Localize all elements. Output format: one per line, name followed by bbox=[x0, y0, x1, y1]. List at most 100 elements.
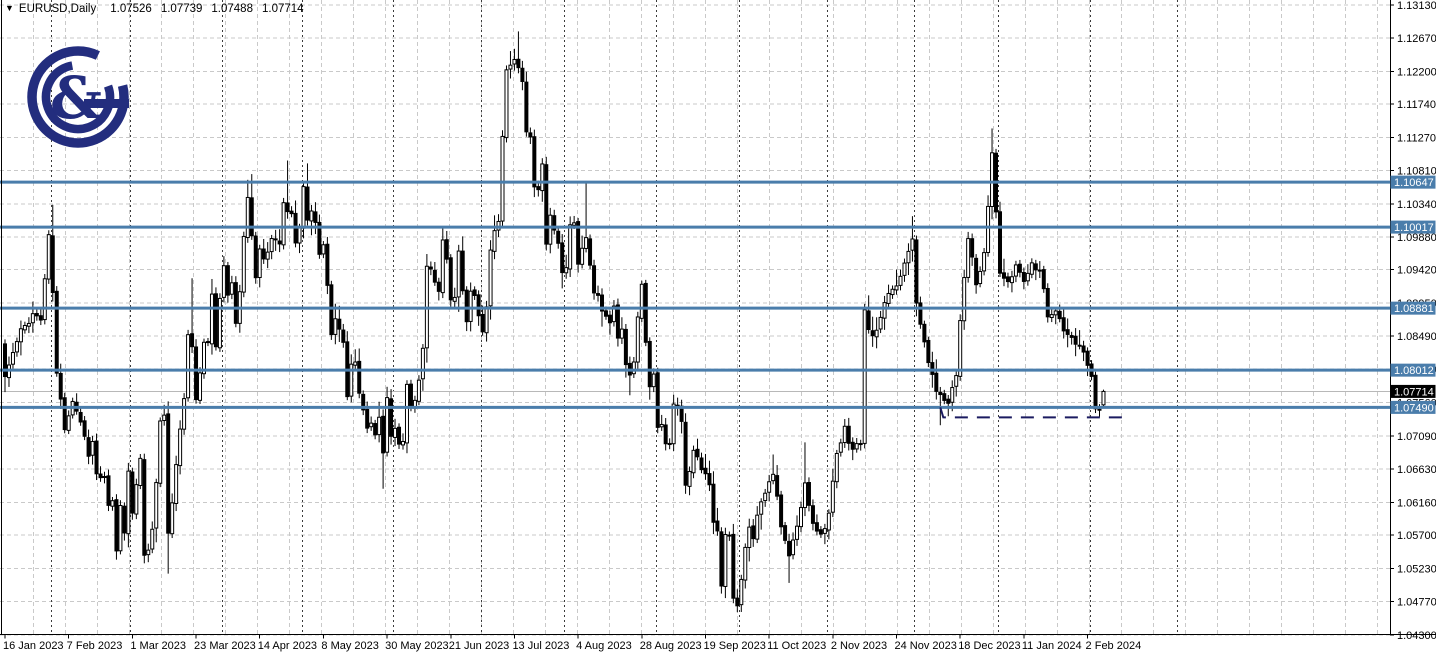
candle-bullish bbox=[1050, 315, 1053, 318]
candle-bullish bbox=[827, 513, 830, 530]
candle-bearish bbox=[819, 530, 822, 534]
candle-bullish bbox=[760, 502, 763, 514]
date-tick-label: 18 Dec 2023 bbox=[958, 640, 1020, 652]
candle-bearish bbox=[736, 598, 739, 606]
candle-bullish bbox=[91, 442, 94, 456]
candle-bullish bbox=[370, 423, 373, 427]
candle-bullish bbox=[103, 477, 106, 478]
candle-bearish bbox=[871, 331, 874, 336]
candle-bearish bbox=[358, 361, 361, 393]
candle-bullish bbox=[565, 268, 568, 273]
candle-bearish bbox=[648, 341, 651, 386]
candle-bullish bbox=[1054, 311, 1057, 315]
candle-bearish bbox=[589, 239, 592, 265]
candle-bullish bbox=[119, 506, 122, 551]
candle-bearish bbox=[59, 373, 62, 399]
candle-bullish bbox=[668, 443, 671, 444]
candle-bearish bbox=[79, 412, 82, 422]
candle-bearish bbox=[656, 373, 659, 428]
date-tick-label: 13 Jul 2023 bbox=[512, 640, 569, 652]
ohlc-header: ▼EURUSD,Daily1.075261.077391.074881.0771… bbox=[5, 3, 313, 15]
candle-bullish bbox=[469, 291, 472, 321]
candle-bullish bbox=[27, 323, 30, 326]
candle-bearish bbox=[306, 187, 309, 220]
candle-bearish bbox=[593, 266, 596, 293]
candle-bearish bbox=[867, 311, 870, 330]
candle-bearish bbox=[445, 240, 448, 259]
candle-bearish bbox=[597, 294, 600, 296]
candle-bearish bbox=[35, 314, 38, 316]
candle-bullish bbox=[1026, 273, 1029, 280]
candle-bearish bbox=[999, 212, 1002, 273]
candle-bearish bbox=[382, 416, 385, 453]
candle-bearish bbox=[947, 399, 950, 403]
candle-bullish bbox=[1102, 391, 1105, 404]
candle-bearish bbox=[696, 449, 699, 456]
candle-bearish bbox=[859, 444, 862, 445]
candle-bearish bbox=[390, 399, 393, 436]
candle-bullish bbox=[688, 471, 691, 486]
candle-bullish bbox=[282, 203, 285, 245]
candle-bearish bbox=[561, 243, 564, 273]
date-tick-label: 11 Oct 2023 bbox=[767, 640, 826, 652]
candle-bullish bbox=[513, 60, 516, 64]
candle-bearish bbox=[712, 484, 715, 522]
candle-bullish bbox=[394, 428, 397, 437]
chart-window[interactable]: 1.131301.126701.122001.117401.112701.108… bbox=[0, 0, 1436, 657]
candle-bullish bbox=[258, 249, 261, 278]
candle-bullish bbox=[843, 426, 846, 442]
candle-bullish bbox=[47, 235, 50, 279]
candle-bearish bbox=[780, 495, 783, 527]
date-tick-label: 7 Feb 2023 bbox=[67, 640, 123, 652]
candlestick-chart[interactable]: 1.131301.126701.122001.117401.112701.108… bbox=[0, 0, 1436, 657]
candle-bullish bbox=[19, 329, 22, 342]
price-tick-label: 1.04770 bbox=[1397, 596, 1436, 608]
candle-bullish bbox=[632, 362, 635, 374]
candle-bullish bbox=[796, 526, 799, 539]
candle-bullish bbox=[222, 266, 225, 298]
candle-bearish bbox=[720, 532, 723, 586]
candle-bullish bbox=[354, 362, 357, 365]
candle-bullish bbox=[43, 279, 46, 320]
price-tick-label: 1.12670 bbox=[1397, 33, 1436, 45]
candle-bullish bbox=[907, 251, 910, 262]
candle-bearish bbox=[191, 334, 194, 347]
candle-bearish bbox=[461, 251, 464, 291]
candle-bullish bbox=[183, 399, 186, 430]
candle-bearish bbox=[234, 283, 237, 324]
candle-bearish bbox=[557, 231, 560, 243]
candle-bullish bbox=[334, 319, 337, 335]
candle-bearish bbox=[1058, 311, 1061, 318]
candle-bullish bbox=[839, 443, 842, 452]
candle-bullish bbox=[803, 483, 806, 508]
candle-bearish bbox=[807, 483, 810, 506]
candle-bullish bbox=[210, 294, 213, 344]
candle-bearish bbox=[250, 198, 253, 236]
date-tick-label: 2 Nov 2023 bbox=[831, 640, 887, 652]
candle-bearish bbox=[473, 290, 476, 296]
candle-bullish bbox=[31, 314, 34, 323]
candle-bearish bbox=[481, 314, 484, 331]
date-tick-label: 19 Sep 2023 bbox=[703, 640, 765, 652]
candle-bullish bbox=[987, 206, 990, 252]
collapse-triangle-icon[interactable]: ▼ bbox=[5, 3, 14, 13]
candle-bullish bbox=[159, 421, 162, 483]
candle-bearish bbox=[262, 249, 265, 259]
candle-bearish bbox=[788, 541, 791, 555]
quote-open: 1.07526 bbox=[110, 3, 152, 15]
price-tick-label: 1.05700 bbox=[1397, 530, 1436, 542]
company-logo-watermark: & bbox=[20, 46, 138, 150]
candle-bullish bbox=[302, 187, 305, 229]
candle-bearish bbox=[545, 165, 548, 244]
price-tick-label: 1.12200 bbox=[1397, 66, 1436, 78]
candle-bearish bbox=[1086, 351, 1089, 365]
candle-bullish bbox=[163, 415, 166, 420]
candle-bullish bbox=[402, 442, 405, 445]
candle-bullish bbox=[230, 283, 233, 294]
candle-bullish bbox=[585, 238, 588, 249]
candle-bearish bbox=[314, 212, 317, 223]
candle-bearish bbox=[63, 398, 66, 430]
quote-high: 1.07739 bbox=[161, 3, 203, 15]
candle-bearish bbox=[449, 258, 452, 300]
candle-bearish bbox=[704, 468, 707, 473]
